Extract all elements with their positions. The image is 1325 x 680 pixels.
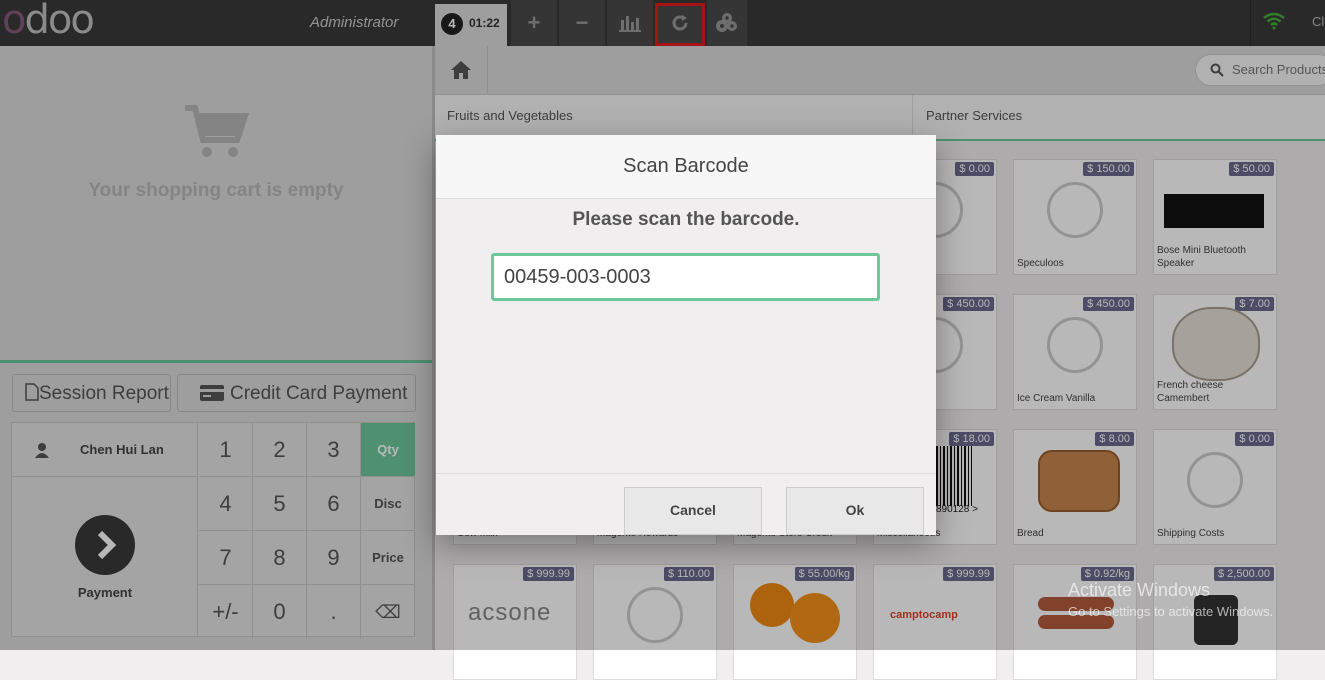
barcode-input[interactable]: 00459-003-0003 (491, 253, 880, 301)
dialog-footer: Cancel Ok (436, 473, 936, 536)
ok-button[interactable]: Ok (786, 487, 924, 535)
scan-barcode-dialog: Scan Barcode Please scan the barcode. 00… (436, 135, 936, 535)
dialog-message: Please scan the barcode. (572, 209, 800, 230)
cancel-button[interactable]: Cancel (624, 487, 762, 535)
activate-windows-subtitle: Go to Settings to activate Windows. (1068, 604, 1274, 619)
dialog-title: Scan Barcode (436, 135, 936, 199)
activate-windows-title: Activate Windows (1068, 580, 1211, 600)
